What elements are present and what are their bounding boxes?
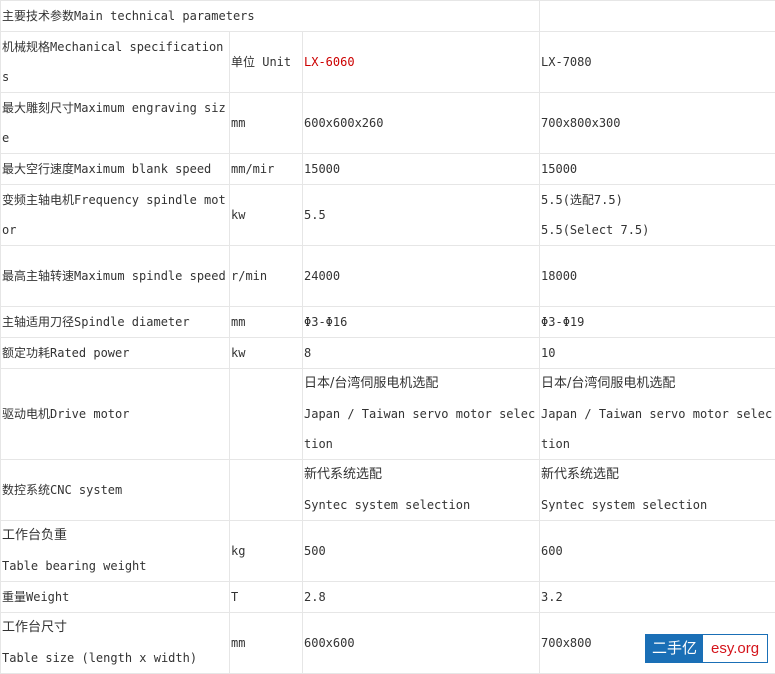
- row-unit: mm: [230, 93, 303, 154]
- row-unit: mm: [230, 613, 303, 674]
- row-unit: T: [230, 582, 303, 613]
- table-header-row: 主要技术参数Main technical parameters: [1, 1, 775, 32]
- row-value-b: 日本/台湾伺服电机选配 Japan / Taiwan servo motor s…: [540, 369, 775, 460]
- row-value-b-line-en: 5.5(Select 7.5): [541, 215, 775, 245]
- row-name: 最大雕刻尺寸Maximum engraving size: [1, 93, 230, 154]
- row-value-b: 600: [540, 521, 775, 582]
- row-name: 工作台负重 Table bearing weight: [1, 521, 230, 582]
- row-name-line-en: Table bearing weight: [2, 551, 228, 581]
- row-value-a-line-cn: 新代系统选配: [304, 460, 538, 490]
- column-header-spec: 机械规格Mechanical specifications: [1, 32, 230, 93]
- row-value-b: 15000: [540, 154, 775, 185]
- row-name-line-en: Table size (length x width): [2, 643, 228, 673]
- table-row: 工作台负重 Table bearing weight kg 500 600: [1, 521, 775, 582]
- row-value-a-line-en: Japan / Taiwan servo motor selection: [304, 399, 538, 459]
- table-title: 主要技术参数Main technical parameters: [1, 1, 540, 32]
- row-name: 数控系统CNC system: [1, 460, 230, 521]
- row-unit: mm: [230, 307, 303, 338]
- row-value-a: 500: [303, 521, 540, 582]
- table-row: 数控系统CNC system 新代系统选配 Syntec system sele…: [1, 460, 775, 521]
- row-name: 主轴适用刀径Spindle diameter: [1, 307, 230, 338]
- row-name-line-cn: 工作台负重: [2, 521, 228, 551]
- row-unit: [230, 369, 303, 460]
- row-value-b: Φ3-Φ19: [540, 307, 775, 338]
- table-row: 最大空行速度Maximum blank speed mm/mir 15000 1…: [1, 154, 775, 185]
- row-unit: kw: [230, 185, 303, 246]
- table-title-empty: [540, 1, 775, 32]
- row-value-a: 8: [303, 338, 540, 369]
- table-row: 变频主轴电机Frequency spindle motor kw 5.5 5.5…: [1, 185, 775, 246]
- row-name-line-cn: 工作台尺寸: [2, 613, 228, 643]
- row-value-a: 5.5: [303, 185, 540, 246]
- column-header-model-a: LX-6060: [303, 32, 540, 93]
- row-unit: kg: [230, 521, 303, 582]
- row-name: 额定功耗Rated power: [1, 338, 230, 369]
- row-name: 最高主轴转速Maximum spindle speed: [1, 246, 230, 307]
- row-unit: [230, 460, 303, 521]
- watermark-left-text: 二手亿: [646, 635, 703, 662]
- row-value-b: 3.2: [540, 582, 775, 613]
- row-value-b-line-en: Syntec system selection: [541, 490, 775, 520]
- table-row: 主轴适用刀径Spindle diameter mm Φ3-Φ16 Φ3-Φ19: [1, 307, 775, 338]
- row-name: 变频主轴电机Frequency spindle motor: [1, 185, 230, 246]
- table-row: 驱动电机Drive motor 日本/台湾伺服电机选配 Japan / Taiw…: [1, 369, 775, 460]
- row-value-a: 24000: [303, 246, 540, 307]
- row-value-a-line-cn: 日本/台湾伺服电机选配: [304, 369, 538, 399]
- row-value-b: 10: [540, 338, 775, 369]
- row-value-b: 18000: [540, 246, 775, 307]
- column-header-row: 机械规格Mechanical specifications 单位 Unit LX…: [1, 32, 775, 93]
- column-header-unit: 单位 Unit: [230, 32, 303, 93]
- row-value-b-line-cn: 5.5(选配7.5): [541, 185, 775, 215]
- row-value-a: 2.8: [303, 582, 540, 613]
- row-value-a: 15000: [303, 154, 540, 185]
- row-name: 驱动电机Drive motor: [1, 369, 230, 460]
- spec-table: 主要技术参数Main technical parameters 机械规格Mech…: [0, 0, 775, 674]
- table-row: 额定功耗Rated power kw 8 10: [1, 338, 775, 369]
- row-unit: r/min: [230, 246, 303, 307]
- column-header-model-b: LX-7080: [540, 32, 775, 93]
- row-value-b-line-cn: 日本/台湾伺服电机选配: [541, 369, 775, 399]
- row-unit: mm/mir: [230, 154, 303, 185]
- table-row: 最大雕刻尺寸Maximum engraving size mm 600x600x…: [1, 93, 775, 154]
- table-row: 最高主轴转速Maximum spindle speed r/min 24000 …: [1, 246, 775, 307]
- row-value-a: 日本/台湾伺服电机选配 Japan / Taiwan servo motor s…: [303, 369, 540, 460]
- row-unit: kw: [230, 338, 303, 369]
- watermark-logo: 二手亿 esy.org: [645, 634, 768, 663]
- row-value-b-line-cn: 新代系统选配: [541, 460, 775, 490]
- row-value-a: 600x600x260: [303, 93, 540, 154]
- row-name: 工作台尺寸 Table size (length x width): [1, 613, 230, 674]
- row-value-a-line-en: Syntec system selection: [304, 490, 538, 520]
- watermark-right-text: esy.org: [703, 635, 767, 662]
- row-name: 重量Weight: [1, 582, 230, 613]
- row-value-b: 700x800x300: [540, 93, 775, 154]
- table-row: 重量Weight T 2.8 3.2: [1, 582, 775, 613]
- row-value-a: 新代系统选配 Syntec system selection: [303, 460, 540, 521]
- row-value-b: 5.5(选配7.5) 5.5(Select 7.5): [540, 185, 775, 246]
- row-value-a: Φ3-Φ16: [303, 307, 540, 338]
- row-value-b-line-en: Japan / Taiwan servo motor selection: [541, 399, 775, 459]
- row-value-a: 600x600: [303, 613, 540, 674]
- row-name: 最大空行速度Maximum blank speed: [1, 154, 230, 185]
- row-value-b: 新代系统选配 Syntec system selection: [540, 460, 775, 521]
